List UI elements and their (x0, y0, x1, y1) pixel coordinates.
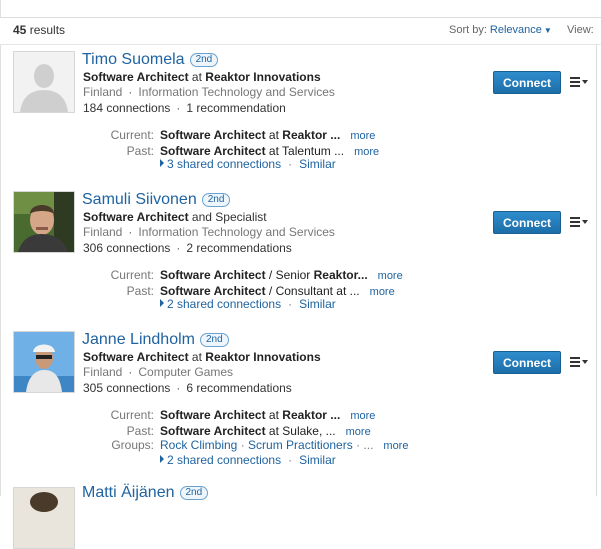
headline: Software Architect at Reaktor Innovation… (83, 350, 321, 364)
chevron-down-icon (582, 220, 588, 224)
headline: Software Architect at Reaktor Innovation… (83, 70, 321, 84)
shared-connections-link[interactable]: 2 shared connections (167, 297, 281, 311)
location-industry: Finland · Computer Games (83, 365, 234, 379)
degree-badge: 2nd (199, 333, 229, 347)
avatar[interactable] (13, 51, 75, 113)
avatar[interactable] (13, 487, 75, 549)
more-link[interactable]: more (350, 410, 375, 422)
chevron-down-icon (582, 360, 588, 364)
profile-photo-icon (14, 192, 74, 252)
results-count: 45 results (13, 23, 66, 37)
similar-link[interactable]: Similar (299, 157, 336, 171)
degree-badge: 2nd (189, 53, 219, 67)
default-avatar-icon (14, 52, 74, 112)
profile-photo-icon (14, 332, 74, 392)
more-link[interactable]: more (383, 440, 408, 452)
shared-connections-row: 3 shared connections · Similar (160, 157, 336, 171)
group-link[interactable]: Scrum Practitioners (248, 438, 353, 452)
similar-link[interactable]: Similar (299, 297, 336, 311)
avatar[interactable] (13, 191, 75, 253)
caret-right-icon (160, 299, 164, 307)
more-actions-menu[interactable] (570, 216, 590, 230)
similar-link[interactable]: Similar (299, 453, 336, 467)
profile-name-link[interactable]: Samuli Siivonen 2nd (82, 191, 231, 209)
more-link[interactable]: more (354, 146, 379, 158)
connections-info: 184 connections · 1 recommendation (83, 101, 286, 115)
connect-button[interactable]: Connect (493, 211, 561, 234)
connections-info: 305 connections · 6 recommendations (83, 381, 292, 395)
shared-connections-row: 2 shared connections · Similar (160, 453, 336, 467)
profile-name-link[interactable]: Janne Lindholm 2nd (82, 331, 229, 349)
panel-divider (596, 17, 597, 496)
caret-right-icon (160, 455, 164, 463)
list-icon (570, 217, 580, 229)
profile-name-link[interactable]: Matti Äijänen 2nd (82, 484, 209, 502)
more-link[interactable]: more (378, 270, 403, 282)
more-actions-menu[interactable] (570, 356, 590, 370)
more-link[interactable]: more (346, 426, 371, 438)
headline: Software Architect and Specialist (83, 210, 267, 224)
shared-connections-link[interactable]: 3 shared connections (167, 157, 281, 171)
connect-button[interactable]: Connect (493, 351, 561, 374)
more-link[interactable]: more (350, 130, 375, 142)
location-industry: Finland · Information Technology and Servi… (83, 225, 335, 239)
degree-badge: 2nd (179, 486, 209, 500)
list-icon (570, 77, 580, 89)
more-actions-menu[interactable] (570, 76, 590, 90)
location-industry: Finland · Information Technology and Servi… (83, 85, 335, 99)
list-icon (570, 357, 580, 369)
profile-name-link[interactable]: Timo Suomela 2nd (82, 51, 219, 69)
more-link[interactable]: more (370, 286, 395, 298)
caret-right-icon (160, 159, 164, 167)
view-dropdown[interactable]: View: (567, 24, 594, 36)
avatar[interactable] (13, 331, 75, 393)
shared-connections-row: 2 shared connections · Similar (160, 297, 336, 311)
results-header: 45 results Sort by: Relevance ▼ View: (0, 17, 601, 45)
chevron-down-icon: ▼ (543, 26, 552, 35)
shared-connections-link[interactable]: 2 shared connections (167, 453, 281, 467)
connections-info: 306 connections · 2 recommendations (83, 241, 292, 255)
connect-button[interactable]: Connect (493, 71, 561, 94)
degree-badge: 2nd (201, 193, 231, 207)
group-link[interactable]: Rock Climbing (160, 438, 237, 452)
sort-dropdown[interactable]: Sort by: Relevance ▼ (449, 24, 552, 36)
profile-photo-icon (14, 488, 74, 548)
chevron-down-icon (582, 80, 588, 84)
